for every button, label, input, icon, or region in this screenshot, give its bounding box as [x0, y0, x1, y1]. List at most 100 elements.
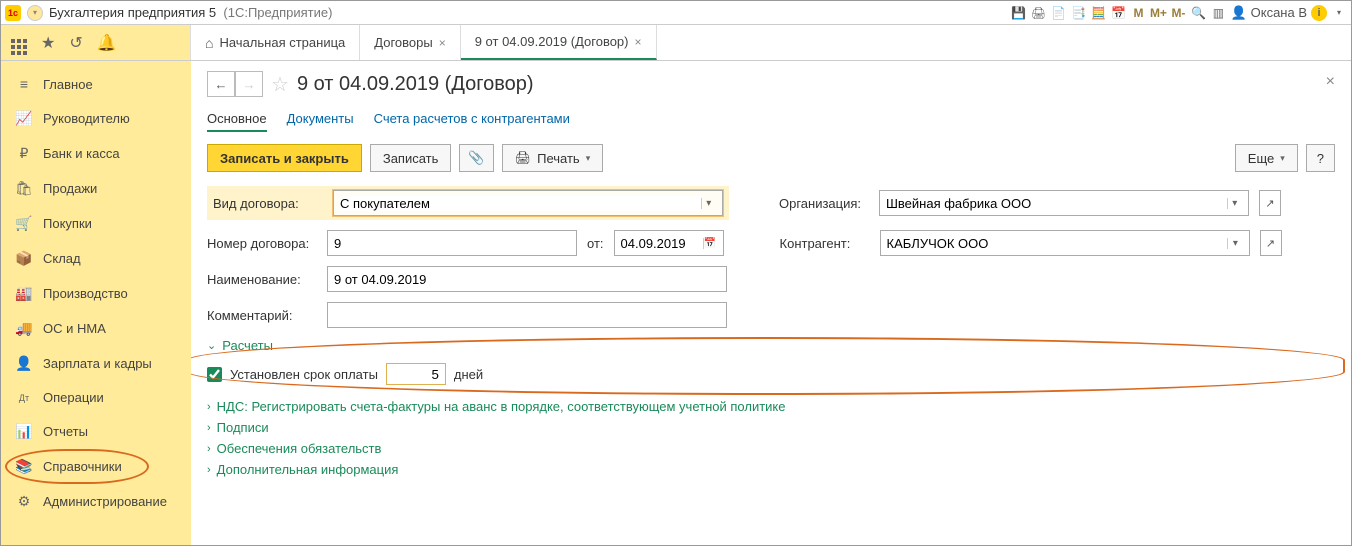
sidebar-item-operations[interactable]: ДтОперации: [1, 381, 191, 414]
sidebar-item-assets[interactable]: 🚚ОС и НМА: [1, 311, 191, 346]
sidebar-item-reports[interactable]: 📊Отчеты: [1, 414, 191, 449]
org-input[interactable]: [886, 196, 1227, 211]
sidebar-item-sales[interactable]: 🛍Продажи: [1, 171, 191, 206]
books-icon: 📚: [15, 458, 33, 475]
contract-type-field[interactable]: ▾: [333, 190, 723, 216]
org-open-button[interactable]: ↗: [1259, 190, 1281, 216]
payment-days-input[interactable]: [386, 363, 446, 385]
forward-button[interactable]: →: [235, 71, 263, 97]
sidebar-item-label: ОС и НМА: [43, 321, 106, 336]
sidebar-item-bank[interactable]: ₽Банк и касса: [1, 136, 191, 171]
name-input[interactable]: [334, 272, 720, 287]
favorite-star-icon[interactable]: ☆: [271, 72, 289, 97]
main-toolbar-row: ★ ↺ 🔔 ⌂ Начальная страница Договоры × 9 …: [1, 25, 1351, 61]
sidebar-item-catalogs[interactable]: 📚 Справочники: [1, 449, 191, 484]
save-icon[interactable]: 💾: [1010, 5, 1026, 21]
info-dropdown-icon[interactable]: ▾: [1331, 5, 1347, 21]
comment-input[interactable]: [334, 308, 720, 323]
m-plus-button[interactable]: M+: [1150, 5, 1166, 21]
counterparty-open-button[interactable]: ↗: [1260, 230, 1282, 256]
counterparty-input[interactable]: [887, 236, 1228, 251]
more-button[interactable]: Еще▾: [1235, 144, 1298, 172]
apps-icon[interactable]: [11, 30, 27, 55]
sidebar-item-label: Склад: [43, 251, 81, 266]
zoom-icon[interactable]: 🔍: [1190, 5, 1206, 21]
favorite-icon[interactable]: ★: [41, 33, 55, 53]
calendar-icon[interactable]: 📅: [703, 238, 717, 249]
sidebar-item-label: Покупки: [43, 216, 92, 231]
sidebar-item-manager[interactable]: 📈Руководителю: [1, 101, 191, 136]
sidebar-item-label: Руководителю: [43, 111, 130, 126]
from-date-field[interactable]: 📅: [614, 230, 724, 256]
section-payments[interactable]: ⌄Расчеты: [207, 338, 1335, 353]
bell-icon[interactable]: 🔔: [97, 33, 117, 53]
close-page-icon[interactable]: ×: [1326, 73, 1335, 91]
calc-icon[interactable]: 🧮: [1090, 5, 1106, 21]
panel-icon[interactable]: ▥: [1210, 5, 1226, 21]
sidebar-item-label: Главное: [43, 77, 93, 92]
back-button[interactable]: ←: [207, 71, 235, 97]
person-icon: 👤: [15, 355, 33, 372]
chevron-right-icon: ›: [207, 464, 211, 476]
subtab-main[interactable]: Основное: [207, 107, 267, 132]
m-button[interactable]: M: [1130, 5, 1146, 21]
history-icon[interactable]: ↺: [69, 33, 82, 53]
save-close-button[interactable]: Записать и закрыть: [207, 144, 362, 172]
m-minus-button[interactable]: M-: [1170, 5, 1186, 21]
chevron-down-icon[interactable]: ▾: [701, 198, 716, 209]
payment-term-row: Установлен срок оплаты дней: [207, 359, 1335, 389]
comment-field[interactable]: [327, 302, 727, 328]
close-icon[interactable]: ×: [439, 36, 446, 50]
subtab-accounts[interactable]: Счета расчетов с контрагентами: [374, 107, 570, 132]
sidebar-item-stock[interactable]: 📦Склад: [1, 241, 191, 276]
print-icon[interactable]: 🖨: [1030, 5, 1046, 21]
tab-contract-9[interactable]: 9 от 04.09.2019 (Договор) ×: [461, 25, 657, 60]
print-button[interactable]: 🖨Печать▾: [502, 144, 604, 172]
sidebar-item-main[interactable]: ≡ Главное: [1, 67, 191, 101]
doc-icon[interactable]: 📄: [1050, 5, 1066, 21]
contract-type-label: Вид договора:: [213, 196, 323, 211]
compare-icon[interactable]: 📑: [1070, 5, 1086, 21]
from-date-input[interactable]: [621, 236, 703, 251]
chevron-down-icon[interactable]: ▾: [1227, 238, 1242, 249]
section-signs[interactable]: ›Подписи: [207, 420, 1335, 435]
sidebar-item-admin[interactable]: ⚙Администрирование: [1, 484, 191, 519]
section-collateral[interactable]: ›Обеспечения обязательств: [207, 441, 1335, 456]
attach-button[interactable]: 📎: [459, 144, 493, 172]
tab-contracts[interactable]: Договоры ×: [360, 25, 460, 60]
chevron-down-icon[interactable]: ▾: [1227, 198, 1242, 209]
tab-label: Договоры: [374, 35, 432, 50]
sidebar-item-hr[interactable]: 👤 Зарплата и кадры: [1, 346, 191, 381]
subtab-docs[interactable]: Документы: [287, 107, 354, 132]
app-menu-dropdown[interactable]: ▾: [27, 5, 43, 21]
title-bar: 1c ▾ Бухгалтерия предприятия 5 (1С:Предп…: [1, 1, 1351, 25]
close-icon[interactable]: ×: [635, 35, 642, 49]
help-button[interactable]: ?: [1306, 144, 1335, 172]
name-field[interactable]: [327, 266, 727, 292]
sidebar-item-label: Зарплата и кадры: [43, 356, 152, 371]
user-label[interactable]: 👤Оксана В: [1230, 5, 1307, 21]
section-extra[interactable]: ›Дополнительная информация: [207, 462, 1335, 477]
save-button[interactable]: Записать: [370, 144, 452, 172]
printer-icon: 🖨: [515, 150, 532, 166]
contract-num-field[interactable]: [327, 230, 577, 256]
contract-type-input[interactable]: [340, 196, 701, 211]
sidebar-item-production[interactable]: 🏭Производство: [1, 276, 191, 311]
counterparty-field[interactable]: ▾: [880, 230, 1250, 256]
tab-home[interactable]: ⌂ Начальная страница: [191, 25, 360, 60]
dtkt-icon: Дт: [15, 393, 33, 403]
sidebar-item-label: Справочники: [43, 459, 122, 474]
contract-num-input[interactable]: [334, 236, 570, 251]
bag-icon: 🛍: [15, 180, 33, 197]
bars-icon: 📊: [15, 423, 33, 440]
section-vat[interactable]: ›НДС: Регистрировать счета-фактуры на ав…: [207, 399, 1335, 414]
sidebar-item-label: Производство: [43, 286, 128, 301]
menu-icon: ≡: [15, 76, 33, 92]
info-icon[interactable]: i: [1311, 5, 1327, 21]
sidebar-item-purchases[interactable]: 🛒Покупки: [1, 206, 191, 241]
payment-term-checkbox[interactable]: [207, 367, 222, 382]
subtabs: Основное Документы Счета расчетов с конт…: [207, 107, 1335, 132]
chevron-down-icon: ▾: [1280, 153, 1285, 164]
calendar-icon[interactable]: 📅: [1110, 5, 1126, 21]
org-field[interactable]: ▾: [879, 190, 1249, 216]
